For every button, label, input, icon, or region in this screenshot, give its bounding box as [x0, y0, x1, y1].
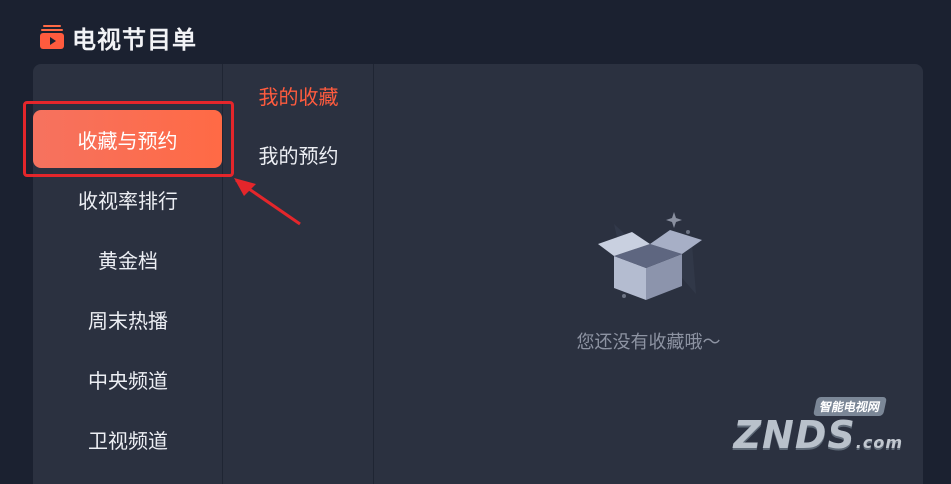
menu-item-label: 收视率排行	[78, 188, 178, 213]
subtab-my-reservations[interactable]: 我的预约	[223, 134, 374, 174]
category-menu: 收藏与预约 收视率排行 黄金档 周末热播 中央频道 卫视频道	[33, 64, 223, 484]
empty-box-icon	[597, 212, 702, 300]
watermark-tag: 智能电视网	[812, 397, 888, 416]
page-title: 电视节目单	[72, 25, 197, 54]
menu-item-favorites-reservations[interactable]: 收藏与预约	[33, 110, 222, 168]
menu-item-label: 周末热播	[88, 308, 168, 333]
menu-item-cctv[interactable]: 中央频道	[33, 349, 223, 409]
subtab-label: 我的收藏	[258, 84, 339, 109]
watermark-brand-text: ZNDS	[733, 413, 856, 457]
watermark-brand: ZNDS.com	[733, 416, 903, 454]
menu-item-satellite[interactable]: 卫视频道	[33, 409, 223, 469]
menu-item-weekend-hits[interactable]: 周末热播	[33, 289, 223, 349]
menu-item-label: 中央频道	[88, 368, 168, 393]
subtab-my-favorites[interactable]: 我的收藏	[223, 75, 374, 115]
menu-item-ratings[interactable]: 收视率排行	[33, 169, 223, 229]
menu-item-label: 黄金档	[98, 248, 158, 273]
page-header: 电视节目单	[40, 20, 197, 54]
empty-message: 您还没有收藏哦～	[576, 332, 721, 353]
subtab-menu: 我的收藏 我的预约	[223, 64, 374, 484]
menu-item-label: 收藏与预约	[77, 128, 178, 153]
menu-item-prime-time[interactable]: 黄金档	[33, 229, 223, 289]
znds-watermark: 智能电视网 ZNDS.com	[733, 397, 903, 454]
arrow-annotation-icon	[234, 178, 301, 226]
menu-item-label: 卫视频道	[88, 428, 168, 453]
empty-state: 您还没有收藏哦～	[374, 204, 923, 354]
subtab-label: 我的预约	[258, 143, 339, 168]
watermark-suffix: .com	[855, 433, 903, 452]
tv-icon	[40, 24, 64, 50]
